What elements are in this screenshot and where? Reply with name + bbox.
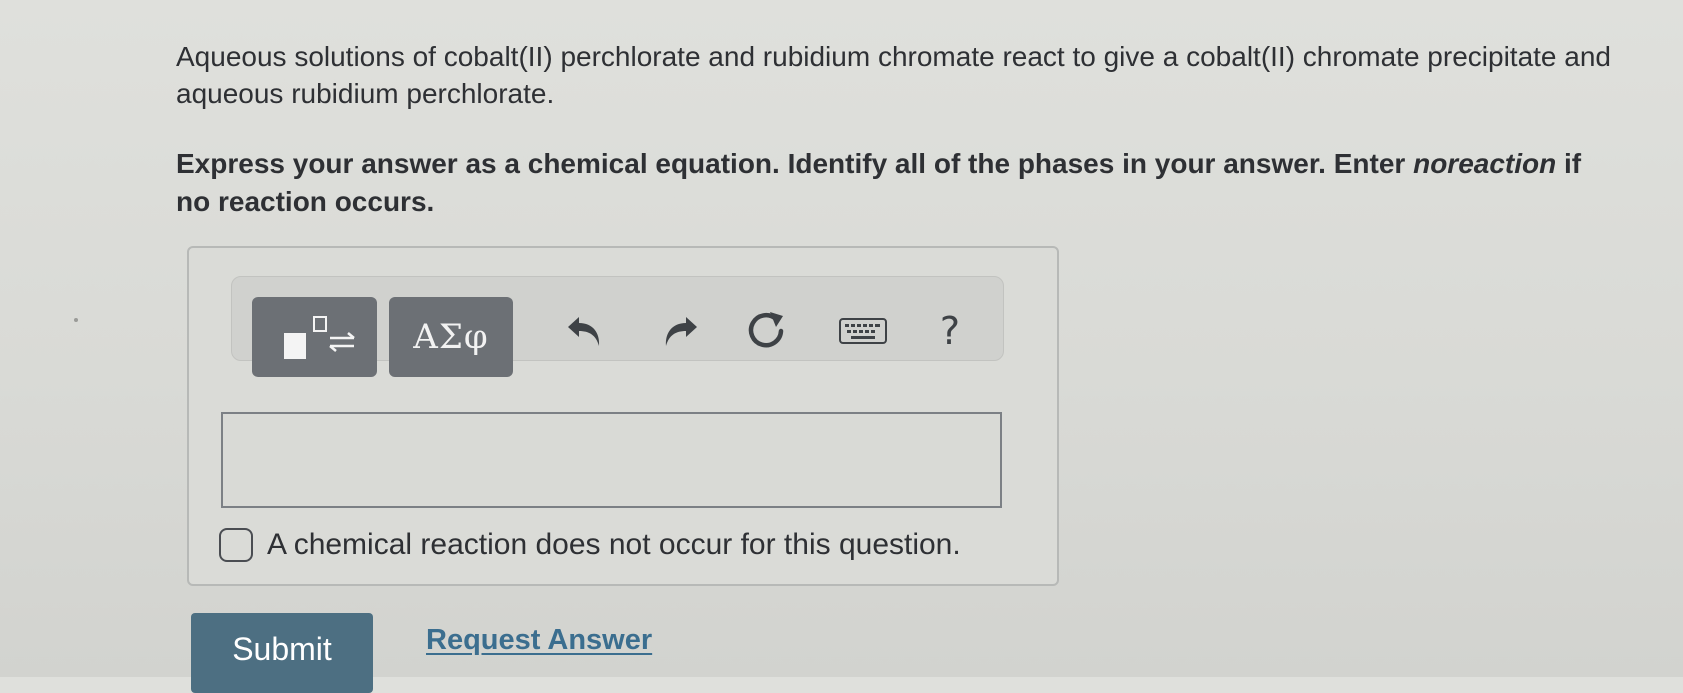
redo-icon[interactable]	[650, 303, 706, 359]
reset-icon[interactable]	[738, 303, 794, 359]
request-answer-link[interactable]: Request Answer	[426, 624, 652, 657]
templates-icon	[270, 305, 360, 370]
templates-button[interactable]	[252, 297, 377, 377]
undo-icon[interactable]	[559, 303, 615, 359]
greek-symbols-button[interactable]: ΑΣφ	[389, 297, 513, 377]
no-reaction-label: A chemical reaction does not occur for t…	[267, 528, 961, 561]
instruction-lead: Express your answer as a chemical equati…	[176, 148, 1414, 179]
instruction-text: Express your answer as a chemical equati…	[176, 145, 1616, 221]
keyboard-icon[interactable]	[835, 303, 891, 359]
question-text: Aqueous solutions of cobalt(II) perchlor…	[176, 41, 1611, 109]
help-icon[interactable]: ?	[922, 303, 978, 359]
screen-speck	[74, 318, 78, 322]
equation-input[interactable]	[221, 412, 1002, 508]
instruction-keyword: noreaction	[1413, 148, 1557, 179]
submit-button[interactable]: Submit	[191, 613, 373, 693]
math-toolbar: ΑΣφ ?	[231, 276, 1004, 377]
no-reaction-checkbox[interactable]	[219, 528, 253, 562]
no-reaction-option[interactable]: A chemical reaction does not occur for t…	[219, 524, 961, 566]
answer-panel: ΑΣφ ? A chemical reaction does not occur…	[187, 246, 1059, 586]
